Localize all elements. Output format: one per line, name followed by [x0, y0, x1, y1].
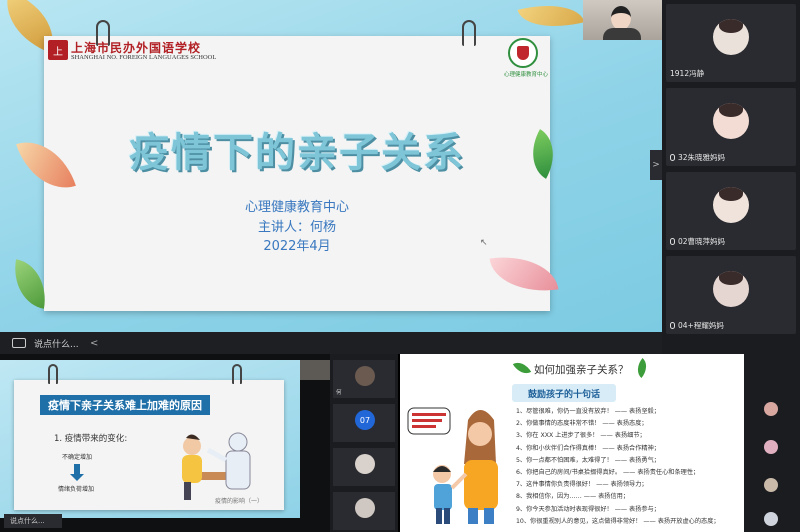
avatar: [713, 103, 749, 139]
list-item: 8、我相信你，因为…… —— 表扬信用；: [516, 493, 630, 501]
slide-date: 2022年4月: [263, 239, 331, 254]
slide-card: 上 上海市民办外国语学校 SHANGHAI NO. FOREIGN LANGUA…: [44, 36, 550, 311]
participant-name: 32朱晓雅妈妈: [670, 152, 725, 163]
list-item: 4、你和小伙伴们合作得真棒！ —— 表扬合作精神；: [516, 444, 660, 452]
avatar: [764, 512, 778, 526]
binder-clip-icon: [462, 20, 476, 46]
participant-tile[interactable]: 1912冯静: [666, 4, 796, 82]
slide-header: 疫情下亲子关系难上加难的原因: [40, 395, 210, 415]
avatar: [713, 19, 749, 55]
school-name-en: SHANGHAI NO. FOREIGN LANGUAGES SCHOOL: [71, 54, 217, 61]
binder-clip-icon: [48, 364, 58, 384]
mic-icon: [670, 322, 675, 329]
slide-title: 如何加强亲子关系？: [534, 364, 629, 376]
slide-header: 鼓励孩子的十句话: [512, 384, 616, 402]
sidebar-toggle-icon[interactable]: >: [650, 150, 662, 180]
avatar: [764, 440, 778, 454]
presenter-video[interactable]: [300, 360, 330, 380]
participant-tile[interactable]: 04+程耀妈妈: [666, 256, 796, 334]
arrow-down-icon: [70, 464, 84, 481]
mic-icon: [670, 154, 675, 161]
avatar: [355, 366, 375, 386]
leaf-decoration: [632, 358, 652, 378]
tips-list: 1、尽管很难，你仍一直没有放弃！ —— 表扬坚毅； 2、你做事情的态度非常不错！…: [516, 406, 742, 528]
shared-slide-main: 上 上海市民办外国语学校 SHANGHAI NO. FOREIGN LANGUA…: [0, 0, 662, 332]
participant-tile[interactable]: 何: [333, 360, 395, 398]
list-item: 5、你一点都不怕困难，太难得了！ —— 表扬勇气；: [516, 456, 660, 464]
chat-bar: 说点什么... <: [0, 332, 662, 354]
school-logo-icon: 上: [48, 40, 68, 60]
shared-slide-small[interactable]: 疫情下亲子关系难上加难的原因 1. 疫情带来的变化: 不确定增加 情绪负荷增加: [0, 360, 300, 518]
avatar: [355, 498, 375, 518]
collapse-chevron-icon[interactable]: <: [90, 338, 98, 349]
avatar: 07: [355, 410, 375, 430]
avatar: [764, 402, 778, 416]
presenter-head: [611, 6, 631, 30]
participant-tile[interactable]: 02曹晓萍妈妈: [666, 172, 796, 250]
center-logo-text: 心理健康教育中心: [503, 72, 548, 78]
presenter-video[interactable]: [583, 0, 662, 40]
binder-clip-icon: [232, 364, 242, 384]
shared-slide-tips[interactable]: 如何加强亲子关系？ 鼓励孩子的十句话 1、尽管很难，你仍一直没有放弃！ —— 表…: [400, 354, 744, 532]
slide-line: 不确定增加: [62, 454, 93, 461]
participant-tile[interactable]: 32朱晓雅妈妈: [666, 88, 796, 166]
avatar: [713, 271, 749, 307]
participant-name: 04+程耀妈妈: [670, 320, 724, 331]
chat-input[interactable]: 说点什么...: [34, 337, 84, 350]
chat-icon[interactable]: [12, 338, 26, 348]
participant-tile[interactable]: 07: [333, 404, 395, 442]
mic-icon: [670, 238, 675, 245]
participant-row[interactable]: [748, 508, 798, 530]
list-item: 9、你今天参加活动时表现得很好！ —— 表扬参与；: [516, 505, 660, 513]
slide-card: 疫情下亲子关系难上加难的原因 1. 疫情带来的变化: 不确定增加 情绪负荷增加: [14, 380, 284, 510]
presenter-body: [603, 28, 641, 40]
chat-input[interactable]: 说点什么...: [4, 514, 62, 528]
list-item: 6、你把自己的房间/书桌拾掇得真好。 —— 表扬责任心和条理性；: [516, 469, 700, 477]
binder-clip-icon: [96, 20, 110, 46]
list-item: 1、尽管很难，你仍一直没有放弃！ —— 表扬坚毅；: [516, 408, 660, 415]
cursor-icon: ↖: [480, 238, 488, 248]
slide-org: 心理健康教育中心: [244, 200, 349, 215]
list-item: 2、你做事情的态度非常不错！ —— 表扬态度；: [516, 420, 648, 428]
list-item: 10、你很重视别人的意见，这点做得非常好！ —— 表扬开放虚心的态度；: [516, 517, 720, 525]
parent-child-illustration: [407, 407, 498, 524]
slide-speaker: 主讲人：何杨: [257, 220, 336, 235]
list-item: 7、这件事情你负责得很好！ —— 表扬领导力；: [516, 481, 648, 489]
avatar: [764, 478, 778, 492]
participant-row[interactable]: [748, 474, 798, 496]
participant-row[interactable]: [748, 436, 798, 458]
slide-footer: 疫情的影响（一）: [215, 498, 264, 505]
testing-illustration: [182, 432, 251, 500]
participant-tile[interactable]: [333, 492, 395, 530]
participant-tile[interactable]: [333, 448, 395, 486]
slide-cause: 1. 疫情带来的变化:: [54, 434, 128, 444]
slide-title: 疫情下的亲子关系: [129, 130, 465, 176]
avatar: [713, 187, 749, 223]
leaf-decoration: [517, 0, 585, 38]
center-logo-icon: [508, 38, 538, 68]
participant-name: 何: [336, 390, 342, 396]
avatar: [355, 454, 375, 474]
list-item: 3、你在 XXX 上进步了很多！ —— 表扬细节；: [516, 432, 646, 440]
participant-name: 1912冯静: [670, 69, 705, 78]
leaf-decoration: [512, 358, 532, 378]
participant-row[interactable]: [748, 398, 798, 420]
slide-line: 情绪负荷增加: [58, 486, 95, 493]
participant-name: 02曹晓萍妈妈: [670, 236, 725, 247]
